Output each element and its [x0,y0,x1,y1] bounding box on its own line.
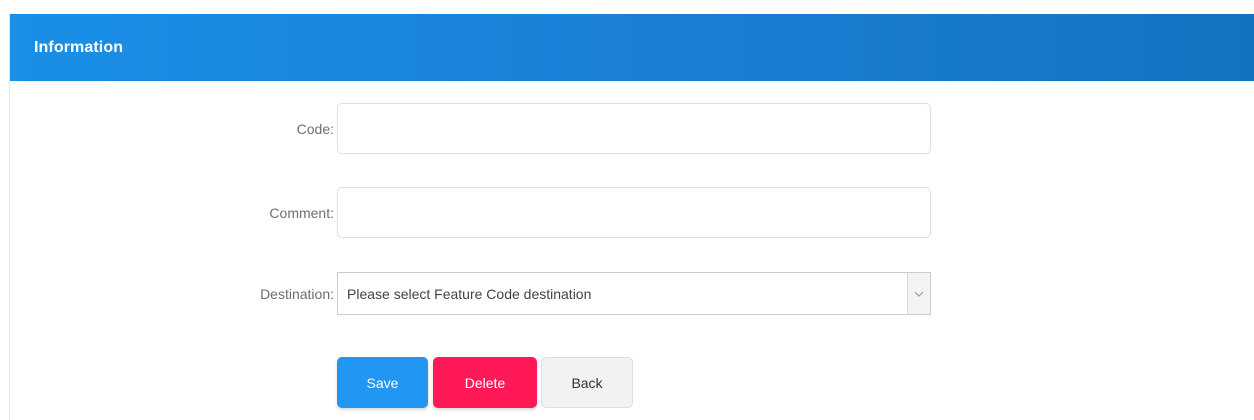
panel-title: Information [34,38,124,56]
chevron-down-icon[interactable] [907,273,930,314]
back-button[interactable]: Back [541,357,633,408]
comment-label: Comment: [269,205,334,221]
delete-button[interactable]: Delete [433,357,537,408]
comment-row: Comment: [10,187,1254,239]
destination-select[interactable]: Please select Feature Code destination [337,272,931,315]
page: Information Code: Comment: Destination: … [0,0,1254,420]
information-panel: Information Code: Comment: Destination: … [9,14,1254,420]
save-button[interactable]: Save [337,357,428,408]
code-label: Code: [296,121,334,137]
destination-selected-value: Please select Feature Code destination [347,285,592,302]
destination-row: Destination: Please select Feature Code … [10,272,1254,316]
code-row: Code: [10,103,1254,155]
comment-input[interactable] [337,187,931,238]
destination-label: Destination: [260,286,334,302]
code-input[interactable] [337,103,931,154]
panel-header: Information [10,14,1254,81]
